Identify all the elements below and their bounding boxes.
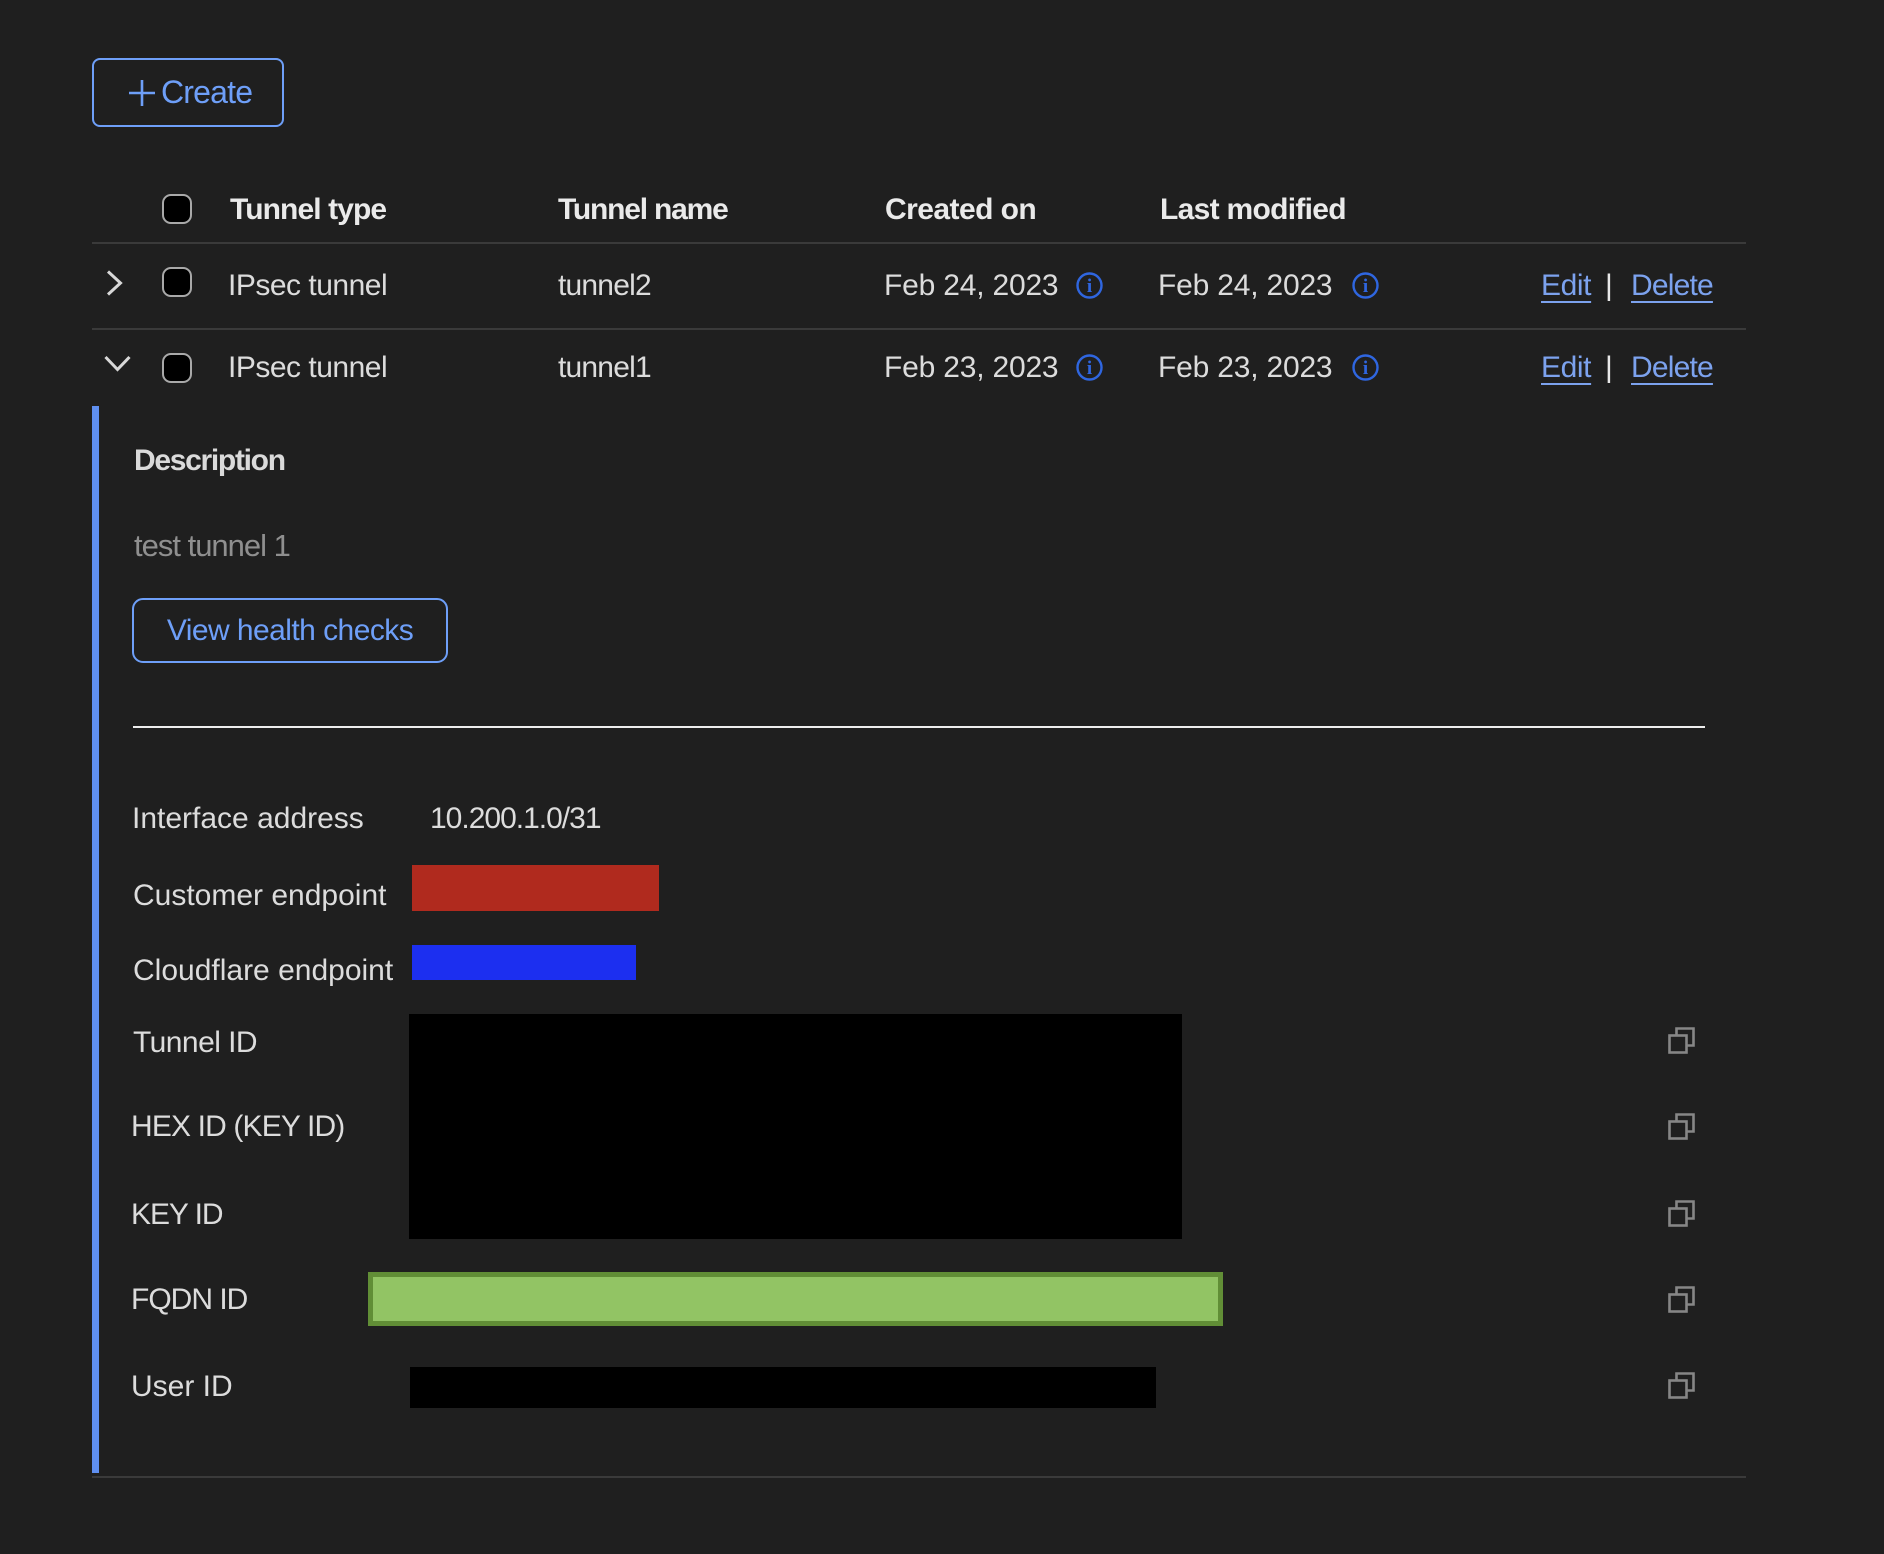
svg-text:i: i bbox=[1087, 358, 1092, 379]
svg-text:i: i bbox=[1363, 358, 1368, 379]
svg-text:i: i bbox=[1087, 276, 1092, 297]
svg-text:i: i bbox=[1363, 276, 1368, 297]
